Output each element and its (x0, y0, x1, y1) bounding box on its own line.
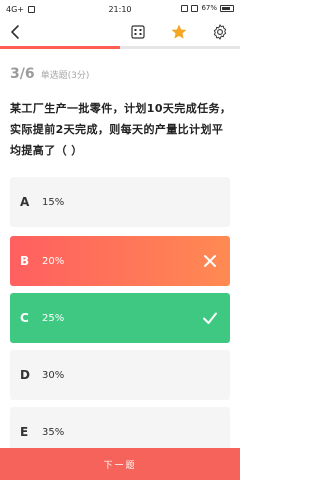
option-c[interactable]: C 25% (10, 293, 230, 343)
option-text: 30% (42, 369, 65, 381)
close-icon (204, 255, 216, 267)
option-text: 25% (42, 312, 65, 324)
question-meta: 3/6 单选题(3分) (10, 66, 89, 82)
option-text: 20% (42, 255, 65, 267)
chevron-left-icon[interactable] (8, 24, 22, 40)
battery-icon (220, 4, 234, 12)
option-text: 35% (42, 426, 65, 438)
progress-fill (0, 46, 120, 49)
status-bar: 4G+ 21:10 67% (0, 0, 240, 18)
alarm-icon (181, 4, 189, 12)
option-b[interactable]: B 20% (10, 236, 230, 286)
star-icon[interactable] (170, 23, 188, 41)
battery-text: 67% (201, 4, 217, 12)
grid-icon[interactable] (131, 25, 145, 39)
progress-bar (0, 46, 240, 49)
question-index: 3/6 (10, 66, 35, 82)
check-icon (203, 312, 217, 324)
gear-icon[interactable] (211, 23, 229, 41)
option-a[interactable]: A 15% (10, 177, 230, 227)
option-letter: D (20, 368, 30, 382)
option-letter: E (20, 425, 29, 439)
option-d[interactable]: D 30% (10, 350, 230, 400)
option-letter: B (20, 254, 30, 268)
next-question-button[interactable]: 下一题 (0, 448, 240, 480)
question-type: 单选题(3分) (40, 71, 90, 81)
option-letter: C (20, 311, 29, 325)
header (0, 18, 240, 46)
option-letter: A (20, 195, 30, 209)
vibrate-icon (191, 4, 199, 12)
question-text: 某工厂生产一批零件，计划10天完成任务，实际提前2天完成，则每天的产量比计划平均… (10, 102, 232, 157)
status-right: 67% (181, 4, 234, 12)
next-question-label: 下一题 (103, 460, 137, 471)
option-text: 15% (42, 196, 65, 208)
